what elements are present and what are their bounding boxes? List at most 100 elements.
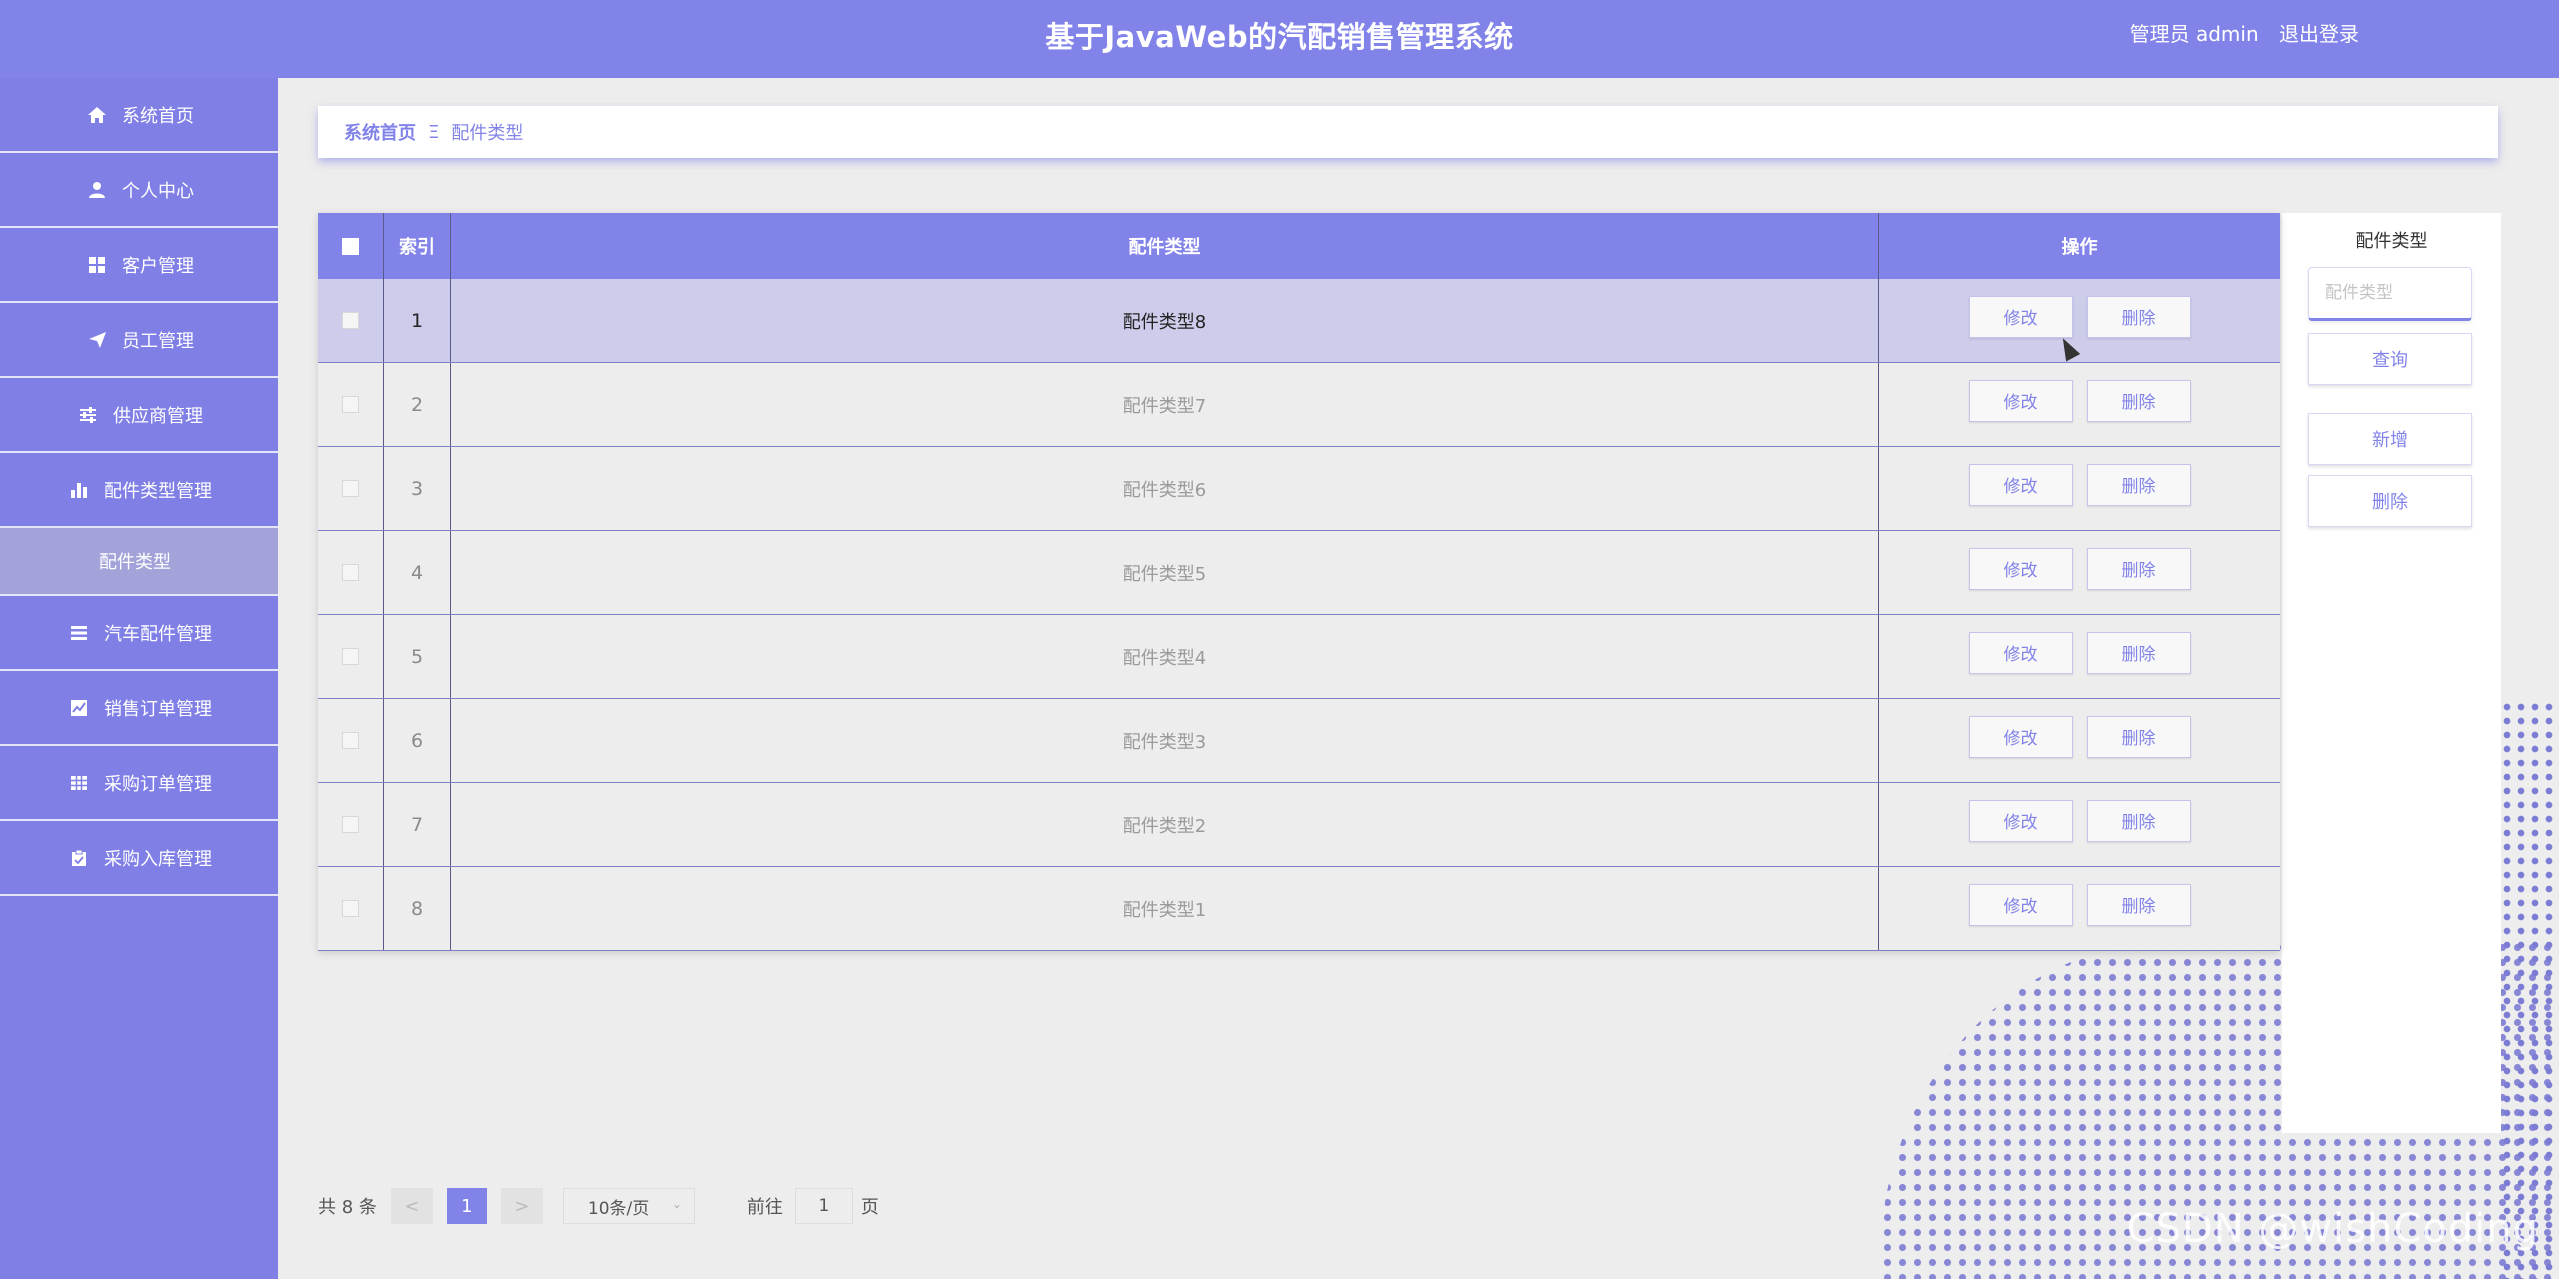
row-checkbox[interactable]	[342, 816, 359, 833]
search-field-label: 配件类型	[2355, 231, 2428, 252]
sidebar-subitem-part-type[interactable]: 配件类型	[0, 528, 278, 596]
row-operations: 修改 删除	[1879, 363, 2280, 446]
sidebar: 系统首页 个人中心 客户管理 员工管理 供应商管理 配件类型管理 配件类型 汽车…	[0, 78, 278, 1279]
part-type-search-input[interactable]	[2308, 267, 2472, 321]
sidebar-item-label: 客户管理	[122, 255, 194, 277]
sidebar-item-label: 销售订单管理	[104, 698, 212, 720]
table-row[interactable]: 6 配件类型3 修改 删除	[318, 699, 2280, 783]
edit-button[interactable]: 修改	[1968, 631, 2073, 674]
select-all-checkbox[interactable]	[342, 237, 359, 255]
row-part-type: 配件类型1	[451, 867, 1879, 950]
row-checkbox[interactable]	[342, 900, 359, 917]
edit-button[interactable]: 修改	[1968, 379, 2073, 422]
admin-user-label: 管理员 admin	[2129, 22, 2259, 46]
edit-button[interactable]: 修改	[1968, 883, 2073, 926]
edit-button[interactable]: 修改	[1968, 463, 2073, 506]
goto-label: 前往	[746, 1197, 783, 1218]
sidebar-item-car-parts[interactable]: 汽车配件管理	[0, 596, 278, 671]
pagination: 共 8 条 < 1 > 10条/页 ⌄ 前往 页	[318, 1187, 879, 1225]
row-index: 3	[384, 447, 451, 530]
delete-button[interactable]: 删除	[2086, 295, 2191, 338]
row-checkbox[interactable]	[342, 396, 359, 413]
row-operations: 修改 删除	[1879, 699, 2280, 782]
row-select-cell	[318, 615, 384, 698]
row-checkbox[interactable]	[342, 732, 359, 749]
sidebar-item-profile[interactable]: 个人中心	[0, 153, 278, 228]
sidebar-item-purchase-orders[interactable]: 采购订单管理	[0, 746, 278, 821]
row-index: 6	[384, 699, 451, 782]
table-row[interactable]: 8 配件类型1 修改 删除	[318, 867, 2280, 951]
edit-button[interactable]: 修改	[1968, 715, 2073, 758]
batch-delete-button[interactable]: 删除	[2308, 475, 2472, 527]
delete-button[interactable]: 删除	[2086, 547, 2191, 590]
row-checkbox[interactable]	[342, 480, 359, 497]
page-number-current[interactable]: 1	[446, 1188, 487, 1224]
row-part-type: 配件类型8	[451, 279, 1879, 362]
row-select-cell	[318, 363, 384, 446]
goto-page-input[interactable]	[794, 1188, 853, 1224]
sidebar-item-purchase-inbound[interactable]: 采购入库管理	[0, 821, 278, 896]
table-row[interactable]: 3 配件类型6 修改 删除	[318, 447, 2280, 531]
sidebar-item-part-type-mgmt[interactable]: 配件类型管理	[0, 453, 278, 528]
sidebar-item-home[interactable]: 系统首页	[0, 78, 278, 153]
row-operations: 修改 删除	[1879, 867, 2280, 950]
row-checkbox[interactable]	[342, 312, 359, 329]
row-index: 7	[384, 783, 451, 866]
sidebar-item-label: 供应商管理	[113, 405, 203, 427]
row-index: 8	[384, 867, 451, 950]
edit-button[interactable]: 修改	[1968, 547, 2073, 590]
breadcrumb-current: 配件类型	[451, 123, 524, 144]
header-index: 索引	[384, 213, 451, 279]
sidebar-item-label: 员工管理	[122, 330, 194, 352]
row-operations: 修改 删除	[1879, 447, 2280, 530]
edit-button[interactable]: 修改	[1968, 799, 2073, 842]
delete-button[interactable]: 删除	[2086, 379, 2191, 422]
sidebar-item-employees[interactable]: 员工管理	[0, 303, 278, 378]
sidebar-item-label: 汽车配件管理	[104, 623, 212, 645]
row-select-cell	[318, 447, 384, 530]
table-row[interactable]: 4 配件类型5 修改 删除	[318, 531, 2280, 615]
row-checkbox[interactable]	[342, 564, 359, 581]
logout-link[interactable]: 退出登录	[2279, 22, 2359, 46]
delete-button[interactable]: 删除	[2086, 883, 2191, 926]
breadcrumb-home[interactable]: 系统首页	[344, 119, 416, 145]
table-row[interactable]: 1 配件类型8 修改 删除	[318, 279, 2280, 363]
home-icon	[84, 104, 110, 126]
table-row[interactable]: 7 配件类型2 修改 删除	[318, 783, 2280, 867]
sidebar-item-suppliers[interactable]: 供应商管理	[0, 378, 278, 453]
row-part-type: 配件类型5	[451, 531, 1879, 614]
row-operations: 修改 删除	[1879, 279, 2280, 362]
row-part-type: 配件类型2	[451, 783, 1879, 866]
row-index: 4	[384, 531, 451, 614]
delete-button[interactable]: 删除	[2086, 631, 2191, 674]
table-row[interactable]: 2 配件类型7 修改 删除	[318, 363, 2280, 447]
row-operations: 修改 删除	[1879, 615, 2280, 698]
user-icon	[84, 179, 110, 201]
watermark-text: CSDN @wishCoding	[2126, 1206, 2539, 1252]
add-button[interactable]: 新增	[2308, 413, 2472, 465]
edit-button[interactable]: 修改	[1968, 295, 2073, 338]
sidebar-item-label: 系统首页	[122, 105, 194, 127]
sidebar-item-customers[interactable]: 客户管理	[0, 228, 278, 303]
row-checkbox[interactable]	[342, 648, 359, 665]
delete-button[interactable]: 删除	[2086, 799, 2191, 842]
page-size-value: 10条/页	[587, 1198, 650, 1219]
sidebar-item-sales-orders[interactable]: 销售订单管理	[0, 671, 278, 746]
sliders-icon	[75, 404, 101, 426]
delete-button[interactable]: 删除	[2086, 463, 2191, 506]
row-operations: 修改 删除	[1879, 783, 2280, 866]
chevron-down-icon: ⌄	[671, 1197, 682, 1211]
query-button[interactable]: 查询	[2308, 333, 2472, 385]
delete-button[interactable]: 删除	[2086, 715, 2191, 758]
next-page-button[interactable]: >	[500, 1188, 543, 1224]
table-row[interactable]: 5 配件类型4 修改 删除	[318, 615, 2280, 699]
grid-icon	[84, 254, 110, 276]
row-index: 1	[384, 279, 451, 362]
row-select-cell	[318, 531, 384, 614]
row-part-type: 配件类型4	[451, 615, 1879, 698]
page-size-select[interactable]: 10条/页 ⌄	[562, 1188, 695, 1224]
prev-page-button[interactable]: <	[390, 1188, 433, 1224]
breadcrumb-separator: Ξ	[428, 121, 440, 143]
table-header-row: 索引 配件类型 操作	[318, 213, 2280, 279]
row-index: 5	[384, 615, 451, 698]
